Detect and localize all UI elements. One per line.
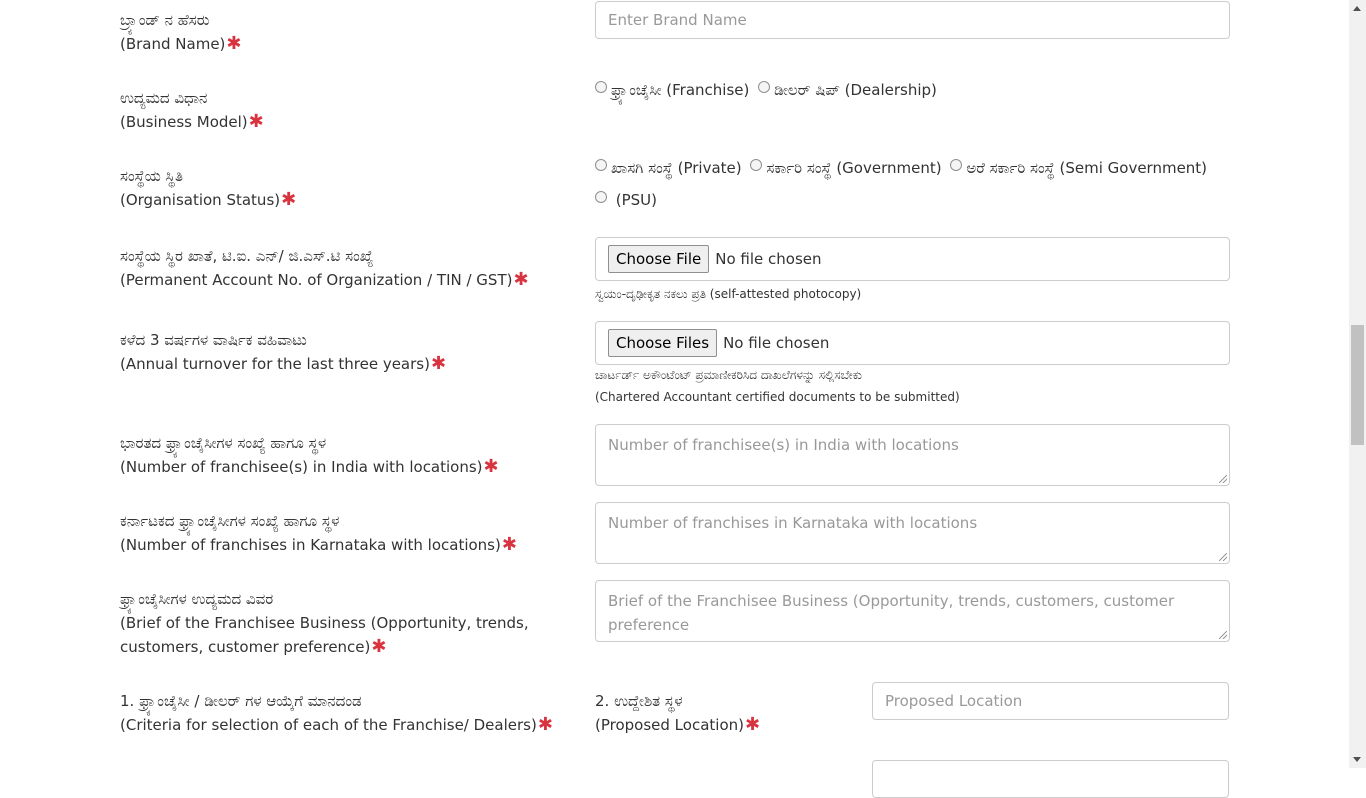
brand-name-label: ಬ್ರ್ಯಾಂಡ್ ನ ಹೆಸರು (Brand Name)✱ [120,8,242,56]
business-model-options: ಫ್ರ್ಯಾಂಚೈಸೀ (Franchise) ಡೀಲರ್ ಷಿಪ್ (Deal… [595,81,941,99]
pan-choose-file-button[interactable]: Choose File [608,245,710,273]
psu-radio[interactable] [595,191,607,203]
scroll-down-arrow-icon[interactable] [1353,757,1361,762]
private-radio[interactable] [595,159,607,171]
pan-help-text: ಸ್ವಯಂ-ದೃಢೀಕೃತ ನಕಲು ಪ್ರತಿ (self-attested … [595,287,862,301]
dealership-option-label: ಡೀಲರ್ ಷಿಪ್ (Dealership) [774,81,937,99]
required-icon: ✱ [537,714,553,735]
required-icon: ✱ [501,534,517,555]
karnataka-franchises-textarea[interactable]: Number of franchises in Karnataka with l… [595,502,1230,564]
brand-name-label-kn: ಬ್ರ್ಯಾಂಡ್ ನ ಹೆಸರು [120,11,210,29]
org-status-options-row1: ಖಾಸಗಿ ಸಂಸ್ಥೆ (Private) ಸರ್ಕಾರಿ ಸಂಸ್ಥೆ (G… [595,159,1211,177]
brand-name-label-en: (Brand Name) [120,35,226,53]
brief-textarea[interactable]: Brief of the Franchisee Business (Opport… [595,580,1230,642]
pan-label: ಸಂಸ್ಥೆಯ ಸ್ಥಿರ ಖಾತೆ, ಟಿ.ಐ. ಎನ್/ ಜಿ.ಎಸ್.ಟಿ… [120,244,529,292]
registration-form: ಬ್ರ್ಯಾಂಡ್ ನ ಹೆಸರು (Brand Name)✱ Enter Br… [0,0,1349,798]
pan-file-status: No file chosen [715,250,822,268]
turnover-choose-files-button[interactable]: Choose Files [608,329,718,357]
karnataka-franchises-placeholder: Number of franchises in Karnataka with l… [608,514,978,532]
vertical-scrollbar[interactable] [1349,0,1366,768]
proposed-location-placeholder: Proposed Location [885,692,1023,710]
brief-label-kn: ಫ್ರ್ಯಾಂಚೈಸೀಗಳ ಉದ್ಯಮದ ವಿವರ [120,590,274,608]
required-icon: ✱ [483,456,499,477]
brand-name-placeholder: Enter Brand Name [608,11,747,29]
brief-placeholder-line1: Brief of the Franchisee Business (Opport… [608,592,1175,610]
scroll-up-arrow-icon[interactable] [1353,6,1361,11]
dealership-radio[interactable] [758,81,771,93]
business-model-label: ಉದ್ಯಮದ ವಿಧಾನ (Business Model)✱ [120,86,264,134]
franchise-option-label: ಫ್ರ್ಯಾಂಚೈಸೀ (Franchise) [611,81,750,99]
brand-name-input[interactable]: Enter Brand Name [595,1,1230,39]
india-franchisees-placeholder: Number of franchisee(s) in India with lo… [608,436,959,454]
brief-label-en-line1: (Brief of the Franchisee Business (Oppor… [120,614,529,632]
india-franchisees-textarea[interactable]: Number of franchisee(s) in India with lo… [595,424,1230,486]
org-status-options-row2: (PSU) [595,191,661,209]
required-icon: ✱ [248,111,264,132]
business-model-label-en: (Business Model) [120,113,248,131]
criteria-label-kn: 1. ಫ್ರ್ಯಾಂಚೈಸೀ / ಡೀಲರ್ ಗಳ ಆಯ್ಕೆಗೆ ಮಾನದಂಡ [120,692,362,710]
pan-label-en: (Permanent Account No. of Organization /… [120,271,513,289]
turnover-label-en: (Annual turnover for the last three year… [120,355,430,373]
brief-label-en-line2: customers, customer preference) [120,638,371,656]
india-franchisees-label-kn: ಭಾರತದ ಫ್ರ್ಯಾಂಚೈಸೀಗಳ ಸಂಖ್ಯೆ ಹಾಗೂ ಸ್ಥಳ [120,434,327,452]
government-radio[interactable] [750,159,763,171]
proposed-location-label-kn: 2. ಉದ್ದೇಶಿತ ಸ್ಥಳ [595,692,683,710]
resize-handle-icon[interactable] [1219,631,1227,639]
pan-file-input[interactable]: Choose File No file chosen [595,237,1230,281]
franchise-radio[interactable] [595,81,607,93]
criteria-label-en: (Criteria for selection of each of the F… [120,716,537,734]
required-icon: ✱ [513,269,529,290]
semi-government-option-label: ಅರೆ ಸರ್ಕಾರಿ ಸಂಸ್ಥೆ (Semi Government) [966,159,1208,177]
karnataka-franchises-label-en: (Number of franchises in Karnataka with … [120,536,501,554]
proposed-location-label-en: (Proposed Location) [595,716,744,734]
private-option-label: ಖಾಸಗಿ ಸಂಸ್ಥೆ (Private) [611,159,742,177]
turnover-label: ಕಳೆದ 3 ವರ್ಷಗಳ ವಾರ್ಷಿಕ ವಹಿವಾಟು (Annual tu… [120,328,446,376]
org-status-label: ಸಂಸ್ಥೆಯ ಸ್ಥಿತಿ (Organisation Status)✱ [120,164,296,212]
turnover-help-kn: ಚಾರ್ಟರ್ಡ್ ಅಕೌಂಟೆಂಟ್ ಪ್ರಮಾಣೀಕರಿಸಿದ ದಾಖಲೆಗ… [595,368,862,382]
turnover-help-en: (Chartered Accountant certified document… [595,390,960,404]
business-model-label-kn: ಉದ್ಯಮದ ವಿಧಾನ [120,89,208,107]
india-franchisees-label: ಭಾರತದ ಫ್ರ್ಯಾಂಚೈಸೀಗಳ ಸಂಖ್ಯೆ ಹಾಗೂ ಸ್ಥಳ (Nu… [120,431,499,479]
required-icon: ✱ [281,189,297,210]
turnover-file-status: No file chosen [723,334,830,352]
resize-handle-icon[interactable] [1219,553,1227,561]
india-franchisees-label-en: (Number of franchisee(s) in India with l… [120,458,483,476]
turnover-file-input[interactable]: Choose Files No file chosen [595,321,1230,365]
proposed-location-label: 2. ಉದ್ದೇಶಿತ ಸ್ಥಳ (Proposed Location)✱ [595,689,760,737]
karnataka-franchises-label-kn: ಕರ್ನಾಟಕದ ಫ್ರ್ಯಾಂಚೈಸೀಗಳ ಸಂಖ್ಯೆ ಹಾಗೂ ಸ್ಥಳ [120,512,340,530]
required-icon: ✱ [430,353,447,374]
proposed-location-input[interactable]: Proposed Location [872,682,1229,720]
psu-option-label: (PSU) [611,191,658,209]
brief-label: ಫ್ರ್ಯಾಂಚೈಸೀಗಳ ಉದ್ಯಮದ ವಿವರ (Brief of the … [120,587,529,659]
pan-label-kn: ಸಂಸ್ಥೆಯ ಸ್ಥಿರ ಖಾತೆ, ಟಿ.ಐ. ಎನ್/ ಜಿ.ಎಸ್.ಟಿ… [120,247,374,265]
scrollbar-thumb[interactable] [1351,325,1364,445]
resize-handle-icon[interactable] [1219,475,1227,483]
required-icon: ✱ [226,33,242,54]
semi-government-radio[interactable] [950,159,963,171]
required-icon: ✱ [371,636,387,657]
brief-placeholder-line2: preference [608,616,690,634]
required-icon: ✱ [744,714,761,735]
org-status-label-kn: ಸಂಸ್ಥೆಯ ಸ್ಥಿತಿ [120,167,183,185]
criteria-label: 1. ಫ್ರ್ಯಾಂಚೈಸೀ / ಡೀಲರ್ ಗಳ ಆಯ್ಕೆಗೆ ಮಾನದಂಡ… [120,689,553,737]
next-location-input[interactable] [872,760,1229,798]
org-status-label-en: (Organisation Status) [120,191,281,209]
karnataka-franchises-label: ಕರ್ನಾಟಕದ ಫ್ರ್ಯಾಂಚೈಸೀಗಳ ಸಂಖ್ಯೆ ಹಾಗೂ ಸ್ಥಳ … [120,509,517,557]
turnover-label-kn: ಕಳೆದ 3 ವರ್ಷಗಳ ವಾರ್ಷಿಕ ವಹಿವಾಟು [120,331,307,349]
government-option-label: ಸರ್ಕಾರಿ ಸಂಸ್ಥೆ (Government) [766,159,942,177]
